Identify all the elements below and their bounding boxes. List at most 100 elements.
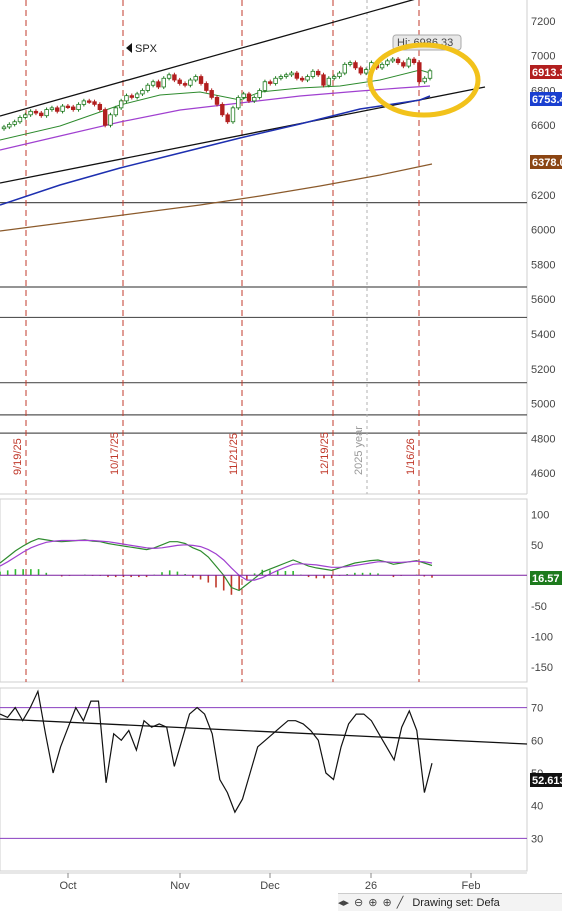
price-tick-label: 6000 <box>531 225 555 237</box>
x-tick-label: Nov <box>170 880 190 892</box>
symbol-label: SPX <box>126 43 158 55</box>
candle-body <box>44 109 49 117</box>
candle-body <box>305 76 310 81</box>
scroll-arrows-icon[interactable]: ◂▸ <box>338 896 349 909</box>
rsi-value-badge: 52.613 <box>530 773 562 787</box>
rsi-tick-label: 30 <box>531 833 543 845</box>
candle-body <box>342 63 347 74</box>
candle-body <box>422 77 427 83</box>
candle-body <box>156 81 161 88</box>
candle-body <box>134 93 140 98</box>
candle-body <box>299 77 305 81</box>
candle-body <box>23 114 28 118</box>
candle-body <box>331 76 337 79</box>
candle-body <box>230 107 236 123</box>
rsi-value: 52.613 <box>532 775 562 787</box>
candle-body <box>326 77 332 86</box>
candle-body <box>268 81 273 84</box>
macd-tick-label: -100 <box>531 631 553 643</box>
candle-body <box>337 72 342 77</box>
candle-body <box>278 76 284 79</box>
macd-tick-label: 100 <box>531 509 549 521</box>
price-tick-label: 4600 <box>531 468 555 480</box>
candle-body <box>150 81 156 86</box>
candle-body <box>87 100 92 103</box>
candle-body <box>385 60 390 65</box>
candle-body <box>284 74 289 77</box>
candle-body <box>76 103 81 110</box>
candle-body <box>411 58 417 64</box>
candle-body <box>395 58 401 64</box>
draw-line-icon[interactable]: ╱ <box>397 896 404 909</box>
crosshair-icon[interactable]: ⊕ <box>382 896 391 909</box>
candle-body <box>172 74 177 81</box>
price-tick-label: 7200 <box>531 16 555 28</box>
candle-body <box>12 121 17 125</box>
year-marker-label: 2025 year <box>353 426 365 475</box>
candle-body <box>358 67 363 74</box>
candle-body <box>379 63 385 69</box>
stock-chart[interactable]: 7200700068006600640062006000580056005400… <box>0 0 562 910</box>
candle-body <box>198 76 204 84</box>
horizontal-levels <box>0 202 527 434</box>
candle-body <box>427 70 433 79</box>
price-tick-label: 6200 <box>531 190 555 202</box>
candle-body <box>55 107 60 112</box>
price-tick-label: 4800 <box>531 433 555 445</box>
candle-body <box>124 95 129 102</box>
date-axis: Oct Nov Dec 26 Feb <box>59 873 480 892</box>
candle-body <box>17 117 23 123</box>
macd-signal-line <box>0 539 433 581</box>
candle-body <box>390 58 395 62</box>
macd-value: 16.57 <box>532 573 560 585</box>
candle-body <box>236 97 241 109</box>
candle-body <box>315 70 321 76</box>
price-tick-label: 5600 <box>531 294 555 306</box>
candle-body <box>214 97 220 105</box>
price-tick-label: 5400 <box>531 329 555 341</box>
price-badges: 6913.3 6753.4 6378.0 <box>530 65 562 169</box>
macd-axis: 100500-50-100-150 <box>531 509 553 674</box>
candle-body <box>39 112 44 117</box>
candle-body <box>92 101 97 105</box>
candle-body <box>140 90 145 95</box>
x-tick-label: Dec <box>260 880 280 892</box>
price-tick-label: 5800 <box>531 259 555 271</box>
candle-body <box>102 109 108 126</box>
zoom-in-icon[interactable]: ⊕ <box>368 896 377 909</box>
date-marker-label: 1/16/26 <box>405 438 417 475</box>
candle-body <box>177 79 182 84</box>
macd-tick-label: -50 <box>531 601 547 613</box>
symbol-marker-icon <box>126 43 132 53</box>
rsi-tick-label: 40 <box>531 801 543 813</box>
price-tick-label: 5000 <box>531 399 555 411</box>
candle-body <box>7 123 12 128</box>
price-tick-label: 6600 <box>531 120 555 132</box>
x-tick-label: 26 <box>365 880 377 892</box>
candle-body <box>225 114 230 123</box>
candle-body <box>252 97 257 102</box>
candle-body <box>33 110 39 114</box>
candle-body <box>209 90 214 98</box>
candle-body <box>417 62 422 83</box>
candle-body <box>204 83 209 91</box>
candle-body <box>71 106 76 110</box>
zoom-out-icon[interactable]: ⊖ <box>354 896 363 909</box>
chart-toolbar: ◂▸ ⊖ ⊕ ⊕ ╱ Drawing set: Defa <box>338 893 562 911</box>
candle-body <box>406 58 411 67</box>
x-tick-label: Oct <box>59 880 76 892</box>
rsi-tick-label: 60 <box>531 735 543 747</box>
candle-body <box>60 105 65 112</box>
last-price-badge: 6913.3 <box>532 67 562 79</box>
rsi-tick-label: 70 <box>531 703 543 715</box>
blue-ma-badge: 6753.4 <box>532 94 562 106</box>
x-tick-label: Feb <box>462 880 481 892</box>
candle-body <box>81 100 87 105</box>
candle-body <box>188 79 193 86</box>
candle-body <box>257 90 262 98</box>
candle-body <box>49 107 55 110</box>
drawing-set-label[interactable]: Drawing set: Defa <box>412 897 499 909</box>
candle-body <box>1 126 7 130</box>
macd-value-badge: 16.57 <box>530 571 562 585</box>
symbol-text: SPX <box>135 43 158 55</box>
